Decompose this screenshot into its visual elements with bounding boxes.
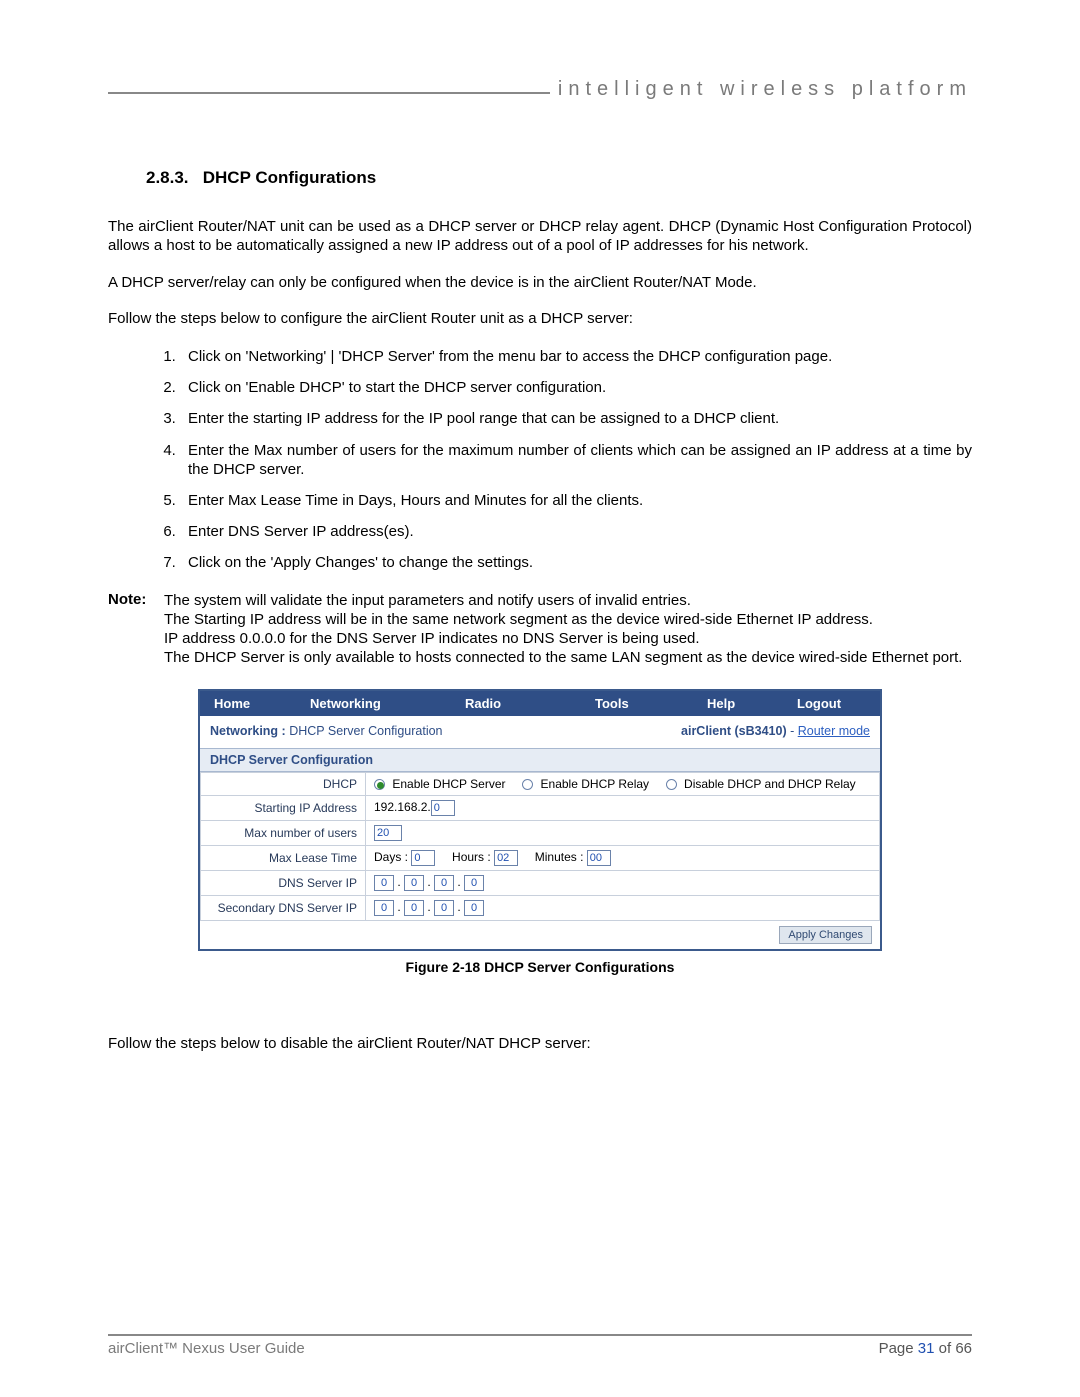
radio-enable-server-icon[interactable] bbox=[374, 779, 385, 790]
section-heading: 2.8.3. DHCP Configurations bbox=[146, 168, 972, 188]
router-navbar: Home Networking Radio Tools Help Logout bbox=[200, 691, 880, 716]
paragraph: Follow the steps below to disable the ai… bbox=[108, 1035, 972, 1054]
step-item: Enter the Max number of users for the ma… bbox=[180, 441, 972, 479]
dns1-oct4-input[interactable]: 0 bbox=[464, 875, 484, 891]
crumb-page: DHCP Server Configuration bbox=[289, 724, 442, 738]
paragraph: Follow the steps below to configure the … bbox=[108, 310, 972, 329]
note-block: Note: The system will validate the input… bbox=[108, 591, 972, 668]
footer-page-number: Page 31 of 66 bbox=[867, 1340, 972, 1357]
page-header: intelligent wireless platform bbox=[108, 78, 972, 108]
figure-caption: Figure 2-18 DHCP Server Configurations bbox=[108, 959, 972, 975]
lease-hours-input[interactable]: 02 bbox=[494, 850, 518, 866]
nav-radio[interactable]: Radio bbox=[465, 691, 595, 716]
config-table: DHCP Enable DHCP Server Enable DHCP Rela… bbox=[200, 772, 880, 921]
row-label-dns2: Secondary DNS Server IP bbox=[201, 896, 366, 921]
step-item: Enter Max Lease Time in Days, Hours and … bbox=[180, 491, 972, 510]
row-label-max-users: Max number of users bbox=[201, 821, 366, 846]
header-tagline: intelligent wireless platform bbox=[550, 78, 972, 101]
crumb-section: Networking : bbox=[210, 724, 286, 738]
nav-help[interactable]: Help bbox=[707, 691, 797, 716]
mode-sep: - bbox=[787, 724, 798, 738]
page-footer: airClient™ Nexus User Guide Page 31 of 6… bbox=[108, 1334, 972, 1362]
router-breadcrumb: Networking : DHCP Server Configuration a… bbox=[200, 716, 880, 748]
footer-guide-name: airClient™ Nexus User Guide bbox=[108, 1340, 313, 1357]
row-value-dhcp: Enable DHCP Server Enable DHCP Relay Dis… bbox=[366, 773, 880, 796]
mode-link[interactable]: Router mode bbox=[798, 724, 870, 738]
dns2-oct2-input[interactable]: 0 bbox=[404, 900, 424, 916]
section-title: DHCP Configurations bbox=[203, 168, 376, 187]
radio-enable-server-label: Enable DHCP Server bbox=[392, 777, 505, 791]
radio-disable-icon[interactable] bbox=[666, 779, 677, 790]
row-label-dns1: DNS Server IP bbox=[201, 871, 366, 896]
dns2-oct1-input[interactable]: 0 bbox=[374, 900, 394, 916]
start-ip-last-input[interactable]: 0 bbox=[431, 800, 455, 816]
lease-hours-label: Hours : bbox=[452, 850, 491, 864]
row-label-start-ip: Starting IP Address bbox=[201, 796, 366, 821]
paragraph: A DHCP server/relay can only be configur… bbox=[108, 274, 972, 293]
device-name: airClient (sB3410) bbox=[681, 724, 787, 738]
panel-title: DHCP Server Configuration bbox=[200, 748, 880, 772]
nav-logout[interactable]: Logout bbox=[797, 691, 880, 716]
step-item: Enter DNS Server IP address(es). bbox=[180, 522, 972, 541]
paragraph: The airClient Router/NAT unit can be use… bbox=[108, 218, 972, 256]
dns2-oct3-input[interactable]: 0 bbox=[434, 900, 454, 916]
lease-min-label: Minutes : bbox=[535, 850, 584, 864]
row-label-lease: Max Lease Time bbox=[201, 846, 366, 871]
note-label: Note: bbox=[108, 591, 164, 668]
lease-min-input[interactable]: 00 bbox=[587, 850, 611, 866]
router-config-figure: Home Networking Radio Tools Help Logout … bbox=[198, 689, 882, 951]
radio-disable-label: Disable DHCP and DHCP Relay bbox=[684, 777, 856, 791]
radio-enable-relay-icon[interactable] bbox=[522, 779, 533, 790]
lease-days-input[interactable]: 0 bbox=[411, 850, 435, 866]
lease-days-label: Days : bbox=[374, 850, 408, 864]
start-ip-prefix: 192.168.2. bbox=[374, 800, 431, 814]
row-label-dhcp: DHCP bbox=[201, 773, 366, 796]
dns1-oct3-input[interactable]: 0 bbox=[434, 875, 454, 891]
note-body: The system will validate the input param… bbox=[164, 591, 972, 668]
radio-enable-relay-label: Enable DHCP Relay bbox=[541, 777, 650, 791]
section-number: 2.8.3. bbox=[146, 168, 189, 187]
step-list: Click on 'Networking' | 'DHCP Server' fr… bbox=[180, 347, 972, 573]
nav-home[interactable]: Home bbox=[200, 691, 310, 716]
dns2-oct4-input[interactable]: 0 bbox=[464, 900, 484, 916]
step-item: Click on 'Enable DHCP' to start the DHCP… bbox=[180, 378, 972, 397]
step-item: Enter the starting IP address for the IP… bbox=[180, 409, 972, 428]
dns1-oct1-input[interactable]: 0 bbox=[374, 875, 394, 891]
nav-tools[interactable]: Tools bbox=[595, 691, 707, 716]
apply-changes-button[interactable]: Apply Changes bbox=[779, 926, 872, 944]
max-users-input[interactable]: 20 bbox=[374, 825, 402, 841]
nav-networking[interactable]: Networking bbox=[310, 691, 465, 716]
step-item: Click on the 'Apply Changes' to change t… bbox=[180, 553, 972, 572]
dns1-oct2-input[interactable]: 0 bbox=[404, 875, 424, 891]
step-item: Click on 'Networking' | 'DHCP Server' fr… bbox=[180, 347, 972, 366]
